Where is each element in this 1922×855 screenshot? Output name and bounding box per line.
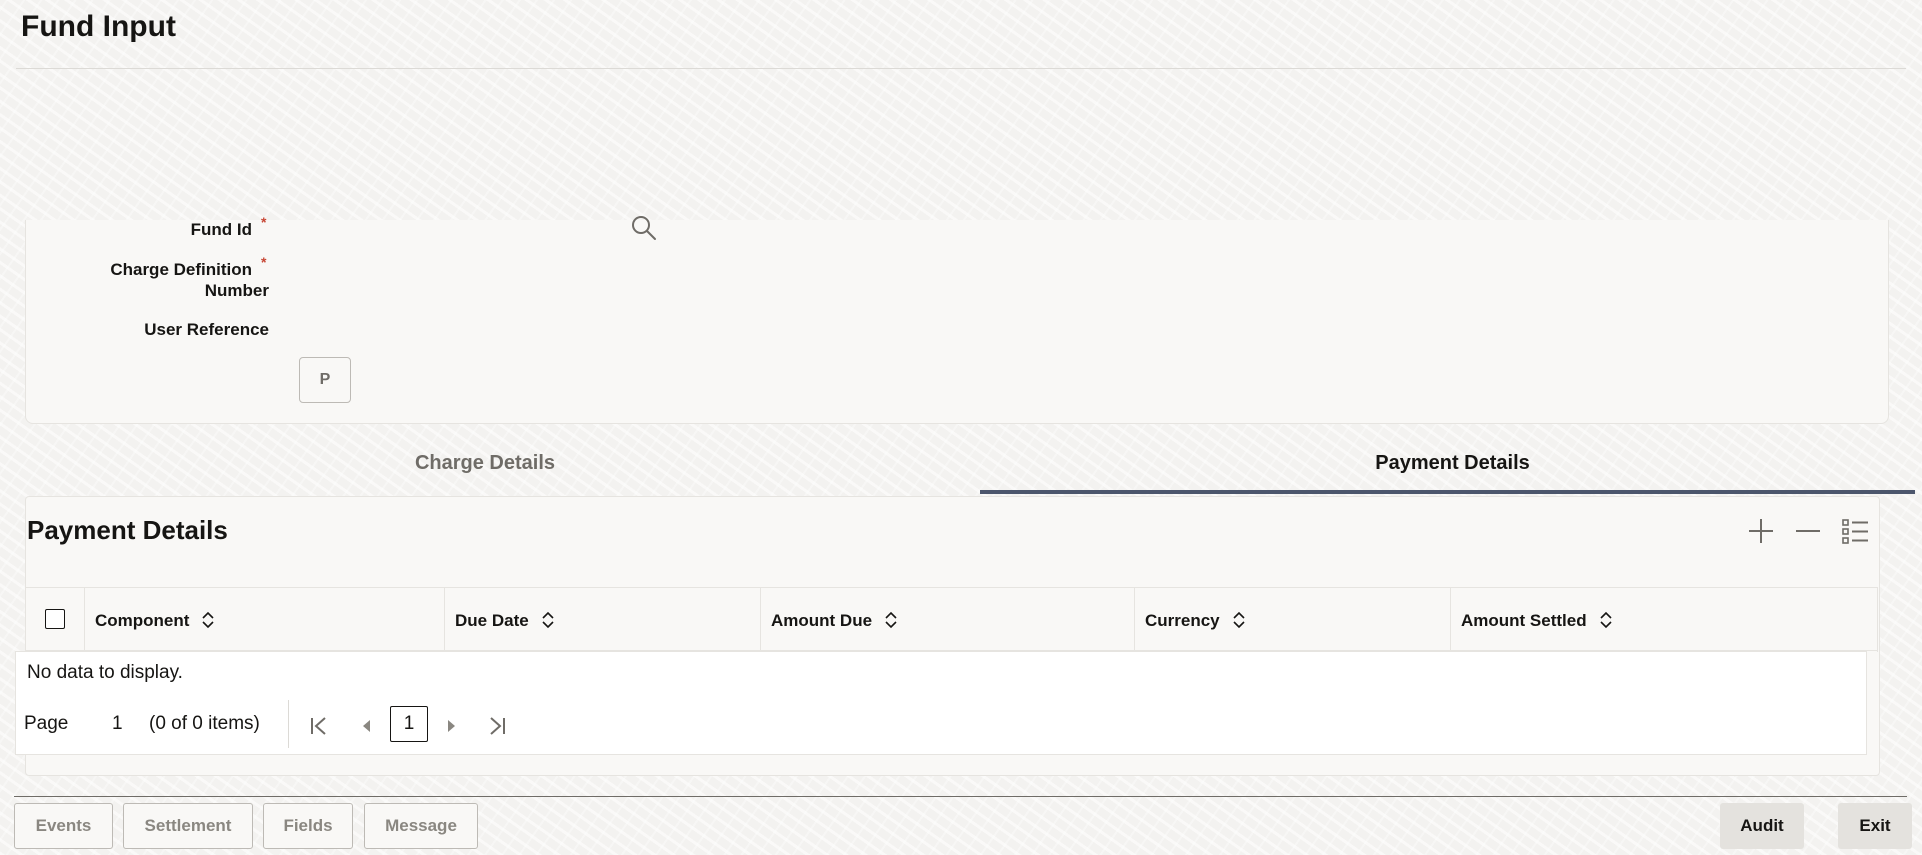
sort-icon[interactable] (1599, 611, 1613, 629)
first-page-icon[interactable] (308, 714, 330, 738)
settlement-button[interactable]: Settlement (123, 803, 253, 849)
pager-page-label: Page (24, 713, 69, 734)
column-list-icon[interactable] (1840, 516, 1870, 546)
pager-divider (288, 700, 289, 748)
charge-definition-required-mark: * (261, 254, 267, 270)
tab-payment-details[interactable]: Payment Details (1350, 452, 1555, 475)
grid-body (15, 651, 1867, 755)
message-button[interactable]: Message (364, 803, 478, 849)
empty-grid-message: No data to display. (27, 662, 183, 683)
remove-icon[interactable] (1793, 516, 1823, 546)
charge-definition-label: Charge Definition (80, 259, 252, 280)
user-reference-label: User Reference (144, 320, 269, 339)
p-button[interactable]: P (299, 357, 351, 403)
events-button[interactable]: Events (14, 803, 113, 849)
charge-definition-label-line1: Charge Definition (110, 260, 252, 279)
column-label: Amount Due (771, 610, 873, 630)
pager-items-count: (0 of 0 items) (149, 713, 260, 734)
add-icon[interactable] (1746, 516, 1776, 546)
footer-divider (14, 796, 1907, 797)
exit-button[interactable]: Exit (1838, 803, 1912, 849)
column-label: Amount Settled (1461, 610, 1587, 630)
audit-button[interactable]: Audit (1720, 803, 1804, 849)
sort-icon[interactable] (541, 611, 555, 629)
charge-definition-label-line2: Number (204, 281, 269, 300)
column-label: Currency (1145, 610, 1220, 630)
current-page-box[interactable]: 1 (390, 706, 428, 742)
pager-page-number: 1 (112, 713, 123, 734)
fund-id-required-mark: * (261, 214, 267, 230)
grid-title: Payment Details (27, 515, 228, 545)
last-page-icon[interactable] (486, 714, 508, 738)
column-label: Component (95, 610, 190, 630)
search-icon[interactable] (630, 214, 658, 242)
sort-icon[interactable] (1232, 611, 1246, 629)
column-header-due-date[interactable]: Due Date (444, 588, 760, 652)
active-tab-indicator (980, 490, 1915, 494)
page-title: Fund Input (21, 10, 176, 43)
column-header-amount-due[interactable]: Amount Due (760, 588, 1134, 652)
title-divider (16, 68, 1906, 69)
column-header-currency[interactable]: Currency (1134, 588, 1450, 652)
sort-icon[interactable] (884, 611, 898, 629)
grid-header-row: Component Due Date Amount Due Currency A… (26, 587, 1878, 652)
tab-charge-details[interactable]: Charge Details (380, 452, 590, 475)
fund-id-label: Fund Id (190, 220, 252, 239)
column-label: Due Date (455, 610, 529, 630)
column-header-amount-settled[interactable]: Amount Settled (1450, 588, 1878, 652)
fields-button[interactable]: Fields (263, 803, 353, 849)
column-header-component[interactable]: Component (84, 588, 444, 652)
select-all-checkbox[interactable] (45, 609, 65, 629)
next-page-icon[interactable] (440, 714, 462, 738)
sort-icon[interactable] (201, 611, 215, 629)
prev-page-icon[interactable] (356, 714, 378, 738)
